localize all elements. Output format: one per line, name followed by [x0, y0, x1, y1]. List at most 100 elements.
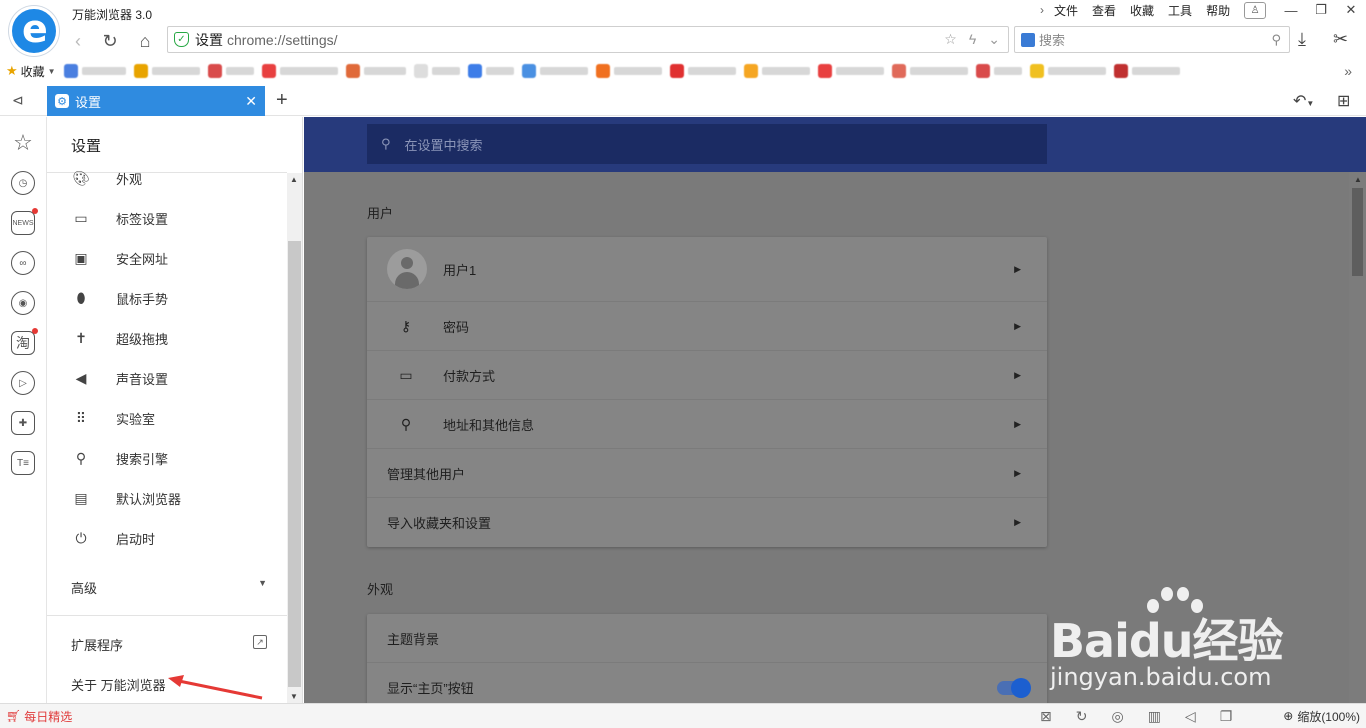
- wechat-icon[interactable]: ∞: [11, 251, 35, 275]
- back-icon[interactable]: ‹: [66, 30, 90, 52]
- tab-settings[interactable]: ⚙ 设置 ✕: [47, 86, 265, 116]
- bookmark-item[interactable]: [207, 64, 254, 78]
- settings-menu-item-default-browser[interactable]: ▤ 默认浏览器: [47, 478, 287, 518]
- chevron-down-icon[interactable]: ⌄: [988, 31, 1000, 48]
- scrollbar-thumb[interactable]: [288, 241, 301, 687]
- favorites-button[interactable]: ★ 收藏 ▼: [6, 63, 56, 80]
- scrollbar-thumb[interactable]: [1352, 188, 1363, 276]
- zoom-control[interactable]: ⊕ 缩放(100%): [1283, 708, 1360, 725]
- bookmark-item[interactable]: [891, 64, 968, 78]
- external-link-icon[interactable]: ↗: [253, 635, 267, 649]
- bookmark-item[interactable]: [521, 64, 588, 78]
- payment-methods-row[interactable]: ▭ 付款方式 ▶: [367, 350, 1047, 399]
- chevron-right-icon[interactable]: ›: [1040, 3, 1044, 17]
- settings-search-input[interactable]: ⚲ 在设置中搜索: [367, 124, 1047, 164]
- block-icon[interactable]: ⊠: [1040, 708, 1052, 725]
- reload-icon[interactable]: ↻: [98, 30, 122, 52]
- weibo-icon[interactable]: ◉: [11, 291, 35, 315]
- user-icon[interactable]: ♙: [1244, 1, 1267, 19]
- close-tab-icon[interactable]: ✕: [245, 93, 257, 110]
- bookmark-item[interactable]: [975, 64, 1022, 78]
- favorites-star-icon[interactable]: ☆: [11, 130, 35, 155]
- history-clock-icon[interactable]: ◷: [11, 171, 35, 195]
- download-icon[interactable]: ⤓: [1298, 29, 1306, 50]
- settings-menu-item-safe-url[interactable]: ▣ 安全网址: [47, 238, 287, 278]
- video-play-icon[interactable]: ▷: [11, 371, 35, 395]
- bookmark-item[interactable]: [63, 64, 126, 78]
- settings-menu-item-search-engine[interactable]: ⚲ 搜索引擎: [47, 438, 287, 478]
- content-scrollbar[interactable]: ▲: [1349, 172, 1366, 703]
- settings-menu-scrollbar[interactable]: ▲ ▼: [287, 173, 302, 703]
- volume-icon[interactable]: ◁: [1185, 708, 1196, 725]
- sidebar-toggle-icon[interactable]: ⊲: [12, 92, 24, 109]
- settings-menu-item-tabs[interactable]: ▭ 标签设置: [47, 198, 287, 238]
- mouse-icon: ⬮: [76, 289, 86, 306]
- user-row[interactable]: 用户1 ▶: [367, 237, 1047, 301]
- window-icon[interactable]: ❐: [1220, 708, 1233, 725]
- settings-menu-item-appearance[interactable]: 🎨︎ 外观: [47, 158, 287, 198]
- address-bar[interactable]: ✓ 设置 chrome://settings/ ☆ ϟ ⌄: [167, 26, 1009, 53]
- menu-help[interactable]: 帮助: [1206, 2, 1230, 19]
- bookmark-item[interactable]: [595, 64, 662, 78]
- bookmark-item[interactable]: [669, 64, 736, 78]
- bookmark-item[interactable]: [133, 64, 200, 78]
- undo-icon[interactable]: ↶▼: [1293, 91, 1314, 111]
- settings-menu-advanced[interactable]: 高级 ▼: [71, 578, 267, 597]
- scroll-down-icon[interactable]: ▼: [290, 692, 298, 701]
- bookmark-item[interactable]: [345, 64, 406, 78]
- bookmark-item[interactable]: [467, 64, 514, 78]
- settings-menu-extensions[interactable]: 扩展程序: [71, 635, 123, 654]
- chevron-right-icon: ▶: [1014, 418, 1021, 429]
- address-url[interactable]: chrome://settings/: [227, 32, 338, 48]
- menu-view[interactable]: 查看: [1092, 2, 1116, 19]
- bookmark-item[interactable]: [261, 64, 338, 78]
- bookmark-item[interactable]: [413, 64, 460, 78]
- apps-grid-icon[interactable]: ⊞: [1337, 91, 1350, 111]
- close-window-icon[interactable]: ✕: [1336, 0, 1366, 20]
- credit-card-icon: ▭: [399, 366, 413, 383]
- trash-icon[interactable]: ▥: [1148, 708, 1161, 725]
- game-controller-icon[interactable]: ✚: [11, 411, 35, 435]
- settings-menu-item-mouse-gesture[interactable]: ⬮ 鼠标手势: [47, 278, 287, 318]
- home-icon[interactable]: ⌂: [133, 30, 157, 52]
- bookmark-item[interactable]: [1029, 64, 1106, 78]
- maximize-icon[interactable]: ❐: [1306, 0, 1336, 20]
- sync-icon[interactable]: ↻: [1076, 708, 1088, 725]
- minimize-icon[interactable]: —: [1276, 0, 1306, 20]
- text-reader-icon[interactable]: T≡: [11, 451, 35, 475]
- row-label: 主题背景: [387, 631, 440, 647]
- search-box[interactable]: 搜索 ⚲: [1014, 26, 1290, 53]
- settings-menu-about[interactable]: 关于 万能浏览器: [71, 675, 166, 694]
- settings-menu-item-lab[interactable]: ⠿ 实验室: [47, 398, 287, 438]
- search-icon[interactable]: ⚲: [1271, 32, 1281, 48]
- addresses-row[interactable]: ⚲ 地址和其他信息 ▶: [367, 399, 1047, 448]
- menu-tools[interactable]: 工具: [1168, 2, 1192, 19]
- passwords-row[interactable]: ⚷ 密码 ▶: [367, 301, 1047, 350]
- settings-menu-item-startup[interactable]: ⏻ 启动时: [47, 518, 287, 558]
- star-icon[interactable]: ☆: [944, 31, 957, 48]
- camera-icon[interactable]: ◎: [1111, 708, 1123, 725]
- settings-menu-item-super-drag[interactable]: ✝ 超级拖拽: [47, 318, 287, 358]
- settings-menu: 设置 🎨︎ 外观 ▭ 标签设置 ▣ 安全网址 ⬮ 鼠标手势 ✝ 超级拖拽 ◀ 声…: [47, 117, 303, 703]
- show-home-button-row[interactable]: 显示“主页”按钮: [367, 662, 1047, 703]
- taobao-icon[interactable]: 淘: [11, 328, 38, 355]
- daily-picks-button[interactable]: 🛒︎ 每日精选: [6, 708, 72, 725]
- settings-menu-item-sound[interactable]: ◀ 声音设置: [47, 358, 287, 398]
- scroll-up-icon[interactable]: ▲: [290, 175, 298, 184]
- menu-favorites[interactable]: 收藏: [1130, 2, 1154, 19]
- search-engine-icon[interactable]: [1021, 32, 1035, 47]
- lightning-icon[interactable]: ϟ: [969, 31, 976, 48]
- import-bookmarks-row[interactable]: 导入收藏夹和设置 ▶: [367, 497, 1047, 547]
- manage-users-row[interactable]: 管理其他用户 ▶: [367, 448, 1047, 497]
- scissors-icon[interactable]: ✂: [1333, 29, 1348, 50]
- new-tab-icon[interactable]: +: [276, 89, 288, 112]
- bookmark-item[interactable]: [817, 64, 884, 78]
- home-button-toggle[interactable]: [997, 677, 1031, 698]
- news-icon[interactable]: NEWS: [11, 208, 38, 235]
- theme-row[interactable]: 主题背景: [367, 614, 1047, 662]
- scroll-up-icon[interactable]: ▲: [1354, 175, 1362, 184]
- bookmark-item[interactable]: [743, 64, 810, 78]
- bookmark-item[interactable]: [1113, 64, 1180, 78]
- more-bookmarks-icon[interactable]: »: [1344, 63, 1352, 79]
- menu-file[interactable]: 文件: [1054, 2, 1078, 19]
